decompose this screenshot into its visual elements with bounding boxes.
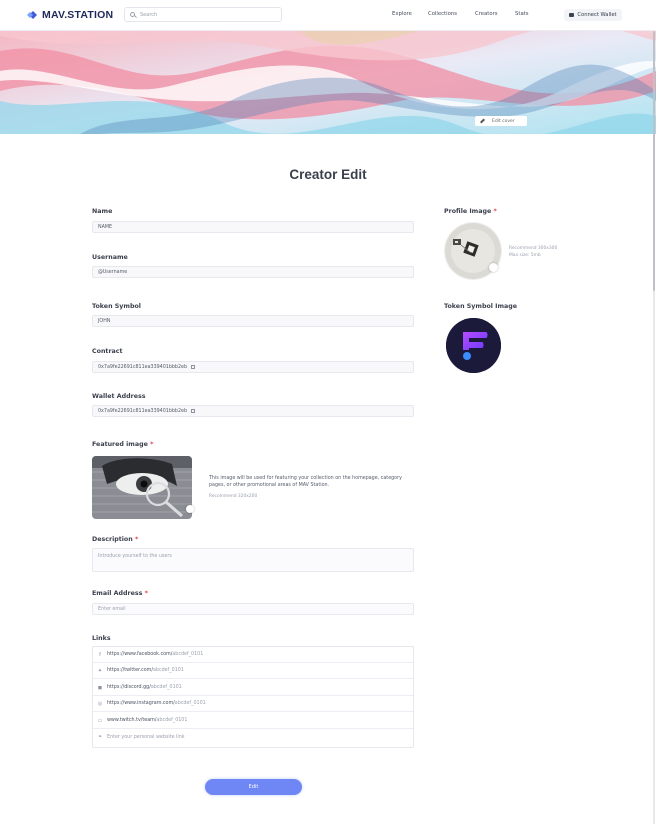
search-input[interactable] <box>140 11 280 18</box>
page-title: Creator Edit <box>289 167 367 182</box>
email-label: Email Address * <box>92 590 148 597</box>
wallet-address-value: 0x7a9fe22691c811ea339401bbb2eb <box>98 408 188 414</box>
link-website[interactable]: ⚭ Enter your personal website link <box>93 729 413 745</box>
link-username: abcdef_0101 <box>152 668 184 673</box>
nav-collections[interactable]: Collections <box>428 11 457 17</box>
featured-image-recommend: Recommend 320x200 <box>209 494 258 499</box>
search-icon <box>130 12 135 17</box>
featured-image-description: This image will be used for featuring yo… <box>209 476 402 488</box>
required-marker: * <box>493 208 497 215</box>
copy-icon[interactable] <box>191 409 196 413</box>
search-bar[interactable] <box>124 7 282 22</box>
link-username: abcdef_0101 <box>174 701 206 706</box>
featured-image-label-text: Featured image <box>92 441 148 448</box>
edit-submit-button[interactable]: Edit <box>205 779 302 795</box>
scrollbar-thumb[interactable] <box>653 31 655 291</box>
username-field[interactable]: @Username <box>92 266 414 278</box>
wallet-icon <box>569 13 575 17</box>
wallet-address-label: Wallet Address <box>92 393 146 400</box>
link-instagram[interactable]: ◎ https://www.instagram.com/ abcdef_0101 <box>93 696 413 712</box>
profile-edit-icon[interactable] <box>489 263 498 272</box>
cover-image <box>0 31 656 134</box>
token-symbol-label: Token Symbol <box>92 303 141 310</box>
link-username: abcdef_0101 <box>172 652 204 657</box>
link-prefix: https://www.instagram.com/ <box>107 701 175 706</box>
profile-image-label: Profile Image * <box>444 208 497 215</box>
nav-stats[interactable]: Stats <box>515 11 529 17</box>
contract-field: 0x7a9fe22691c811ea339401bbb2eb <box>92 361 414 373</box>
link-username: abcdef_0101 <box>150 685 182 690</box>
link-twitter[interactable]: ✦ https://twitter.com/ abcdef_0101 <box>93 663 413 679</box>
token-symbol-image-label: Token Symbol Image <box>444 303 518 310</box>
cover-art <box>0 31 656 134</box>
logo-icon <box>27 11 37 19</box>
link-twitch[interactable]: ▭ www.twitch.tv/team/ abcdef_0101 <box>93 713 413 729</box>
link-placeholder: Enter your personal website link <box>107 734 185 740</box>
logo-text: MAV.STATION <box>42 9 114 21</box>
logo[interactable]: MAV.STATION <box>27 9 113 21</box>
username-label: Username <box>92 254 128 261</box>
link-prefix: https://www.facebook.com/ <box>107 652 173 657</box>
nav-explore[interactable]: Explore <box>392 11 412 17</box>
facebook-icon: f <box>99 651 101 658</box>
twitter-icon: ✦ <box>97 667 103 674</box>
profile-image-hint: Recommend 300x300 Max size: 5mb <box>509 245 557 259</box>
connect-wallet-button[interactable]: Connect Wallet <box>564 9 622 21</box>
required-marker: * <box>134 536 139 543</box>
link-prefix: https://discord.gg/ <box>107 685 151 690</box>
link-facebook[interactable]: f https://www.facebook.com/ abcdef_0101 <box>93 647 413 663</box>
pencil-icon <box>480 118 485 124</box>
instagram-icon: ◎ <box>97 700 103 707</box>
featured-image-label: Featured image * <box>92 441 153 448</box>
email-field[interactable]: Enter email <box>92 603 414 615</box>
link-discord[interactable]: ◼ https://discord.gg/ abcdef_0101 <box>93 680 413 696</box>
description-textarea[interactable]: Introduce yourself to the users <box>92 548 414 572</box>
twitch-icon: ▭ <box>97 717 103 724</box>
required-marker: * <box>144 590 148 597</box>
link-username: abcdef_0101 <box>156 718 188 723</box>
top-navbar: MAV.STATION Explore Collections Creators… <box>0 0 656 31</box>
links-label: Links <box>92 635 111 642</box>
profile-max-size: Max size: 5mb <box>509 253 541 258</box>
token-symbol-image[interactable] <box>446 318 501 373</box>
contract-label: Contract <box>92 348 123 355</box>
email-label-text: Email Address <box>92 590 143 597</box>
link-prefix: www.twitch.tv/team/ <box>107 718 157 723</box>
featured-image[interactable] <box>92 456 192 519</box>
wallet-address-field: 0x7a9fe22691c811ea339401bbb2eb <box>92 405 414 417</box>
featured-image-edit-icon[interactable] <box>186 505 194 513</box>
profile-recommend: Recommend 300x300 <box>509 246 558 251</box>
link-icon: ⚭ <box>97 734 103 740</box>
discord-icon: ◼ <box>97 684 103 691</box>
token-logo-icon <box>446 318 501 373</box>
edit-cover-button[interactable]: Edit cover <box>475 116 527 126</box>
connect-wallet-label: Connect Wallet <box>577 12 617 18</box>
token-symbol-field[interactable]: JOHN <box>92 315 414 327</box>
nav-creators[interactable]: Creators <box>475 11 498 17</box>
name-field[interactable]: NAME <box>92 221 414 233</box>
description-label: Description * <box>92 536 138 543</box>
required-marker: * <box>150 441 154 448</box>
profile-image-label-text: Profile Image <box>444 208 492 215</box>
featured-image-art <box>92 456 192 519</box>
edit-cover-label: Edit cover <box>492 118 515 124</box>
link-prefix: https://twitter.com/ <box>107 668 153 673</box>
description-label-text: Description <box>92 536 133 543</box>
name-label: Name <box>92 208 113 215</box>
contract-value: 0x7a9fe22691c811ea339401bbb2eb <box>98 364 188 370</box>
links-list: f https://www.facebook.com/ abcdef_0101 … <box>92 646 414 748</box>
copy-icon[interactable] <box>191 365 196 369</box>
